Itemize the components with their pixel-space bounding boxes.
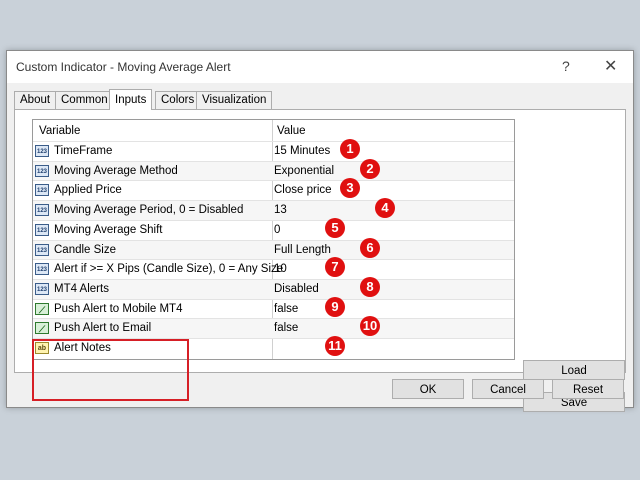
tab-common[interactable]: Common	[55, 91, 114, 109]
table-row[interactable]: 123 TimeFrame 15 Minutes	[33, 141, 514, 162]
number-icon: 123	[35, 184, 49, 197]
number-icon: 123	[35, 263, 49, 276]
variable-value[interactable]: 10	[274, 260, 287, 279]
table-row[interactable]: 123 Moving Average Shift 0	[33, 219, 514, 241]
dialog-title: Custom Indicator - Moving Average Alert	[16, 60, 231, 74]
load-button[interactable]: Load	[523, 360, 625, 380]
table-row[interactable]: 123 Moving Average Method Exponential	[33, 160, 514, 182]
annotation-badge: 2	[360, 158, 380, 179]
variable-name: Moving Average Shift	[54, 223, 163, 236]
variable-value[interactable]: Close price	[274, 181, 332, 200]
value-column-header[interactable]: Value	[277, 120, 306, 141]
tab-colors[interactable]: Colors	[155, 91, 201, 109]
inputs-panel: Variable Value 123 TimeFrame 15 Minutes 123…	[14, 109, 626, 412]
variable-value[interactable]: 15 Minutes	[274, 142, 330, 161]
annotation-badge: 4	[375, 198, 395, 219]
number-icon: 123	[35, 204, 49, 217]
annotation-badge: 1	[340, 139, 360, 159]
table-row[interactable]: ab Alert Notes	[33, 338, 514, 359]
table-row[interactable]: 123 Alert if >= X Pips (Candle Size), 0 =…	[33, 259, 514, 280]
tab-inputs[interactable]: Inputs	[109, 89, 153, 110]
annotation-badge: 8	[360, 276, 380, 297]
table-row[interactable]: 123 MT4 Alerts Disabled	[33, 278, 514, 300]
toggle-icon: ⟋	[35, 322, 49, 335]
variable-name: Alert if >= X Pips (Candle Size), 0 = An…	[54, 263, 284, 276]
title-bar: Custom Indicator - Moving Average Alert …	[7, 51, 633, 83]
variable-value[interactable]: false	[274, 319, 298, 338]
toggle-icon: ⟋	[35, 302, 49, 315]
indicator-dialog: Custom Indicator - Moving Average Alert …	[6, 50, 634, 412]
annotation-badge: 6	[360, 237, 380, 258]
variable-name: Alert Notes	[54, 342, 111, 354]
variable-name: Moving Average Period, 0 = Disabled	[54, 204, 244, 217]
number-icon: 123	[35, 282, 49, 295]
variable-value[interactable]: 0	[274, 221, 280, 240]
variable-name: MT4 Alerts	[54, 282, 109, 295]
cancel-button[interactable]: Cancel	[472, 379, 544, 399]
text-icon: ab	[35, 342, 49, 354]
variable-value[interactable]: 13	[274, 201, 287, 220]
variable-name: Moving Average Method	[54, 164, 178, 177]
table-row[interactable]: 123 Candle Size Full Length	[33, 239, 514, 261]
variable-value[interactable]: Disabled	[274, 280, 319, 299]
ok-button[interactable]: OK	[392, 379, 464, 399]
number-icon: 123	[35, 145, 49, 157]
table-row[interactable]: 123 Applied Price Close price	[33, 180, 514, 201]
variable-name: Candle Size	[54, 243, 117, 256]
variable-value[interactable]: Exponential	[274, 162, 334, 181]
variable-name: Push Alert to Mobile MT4	[54, 302, 183, 315]
number-icon: 123	[35, 164, 49, 177]
close-button[interactable]: ✕	[604, 56, 617, 76]
number-icon: 123	[35, 223, 49, 236]
annotation-badge: 9	[325, 296, 345, 317]
variable-value[interactable]: false	[274, 300, 298, 319]
table-row[interactable]: 123 Moving Average Period, 0 = Disabled 13	[33, 200, 514, 221]
tab-about[interactable]: About	[14, 91, 57, 109]
help-button[interactable]: ?	[562, 58, 570, 74]
variable-name: TimeFrame	[54, 145, 113, 157]
variable-column-header[interactable]: Variable	[39, 120, 80, 141]
tab-visualization[interactable]: Visualization	[196, 91, 273, 109]
annotation-badge: 11	[325, 336, 345, 356]
inputs-table: Variable Value 123 TimeFrame 15 Minutes 123…	[32, 119, 515, 360]
variable-name: Push Alert to Email	[54, 322, 152, 335]
table-row[interactable]: ⟋ Push Alert to Email false	[33, 318, 514, 339]
variable-name: Applied Price	[54, 184, 122, 197]
reset-button[interactable]: Reset	[552, 379, 624, 399]
number-icon: 123	[35, 243, 49, 256]
variable-value[interactable]: Full Length	[274, 241, 331, 260]
table-row[interactable]: ⟋ Push Alert to Mobile MT4 false	[33, 298, 514, 320]
annotation-badge: 5	[325, 217, 345, 238]
